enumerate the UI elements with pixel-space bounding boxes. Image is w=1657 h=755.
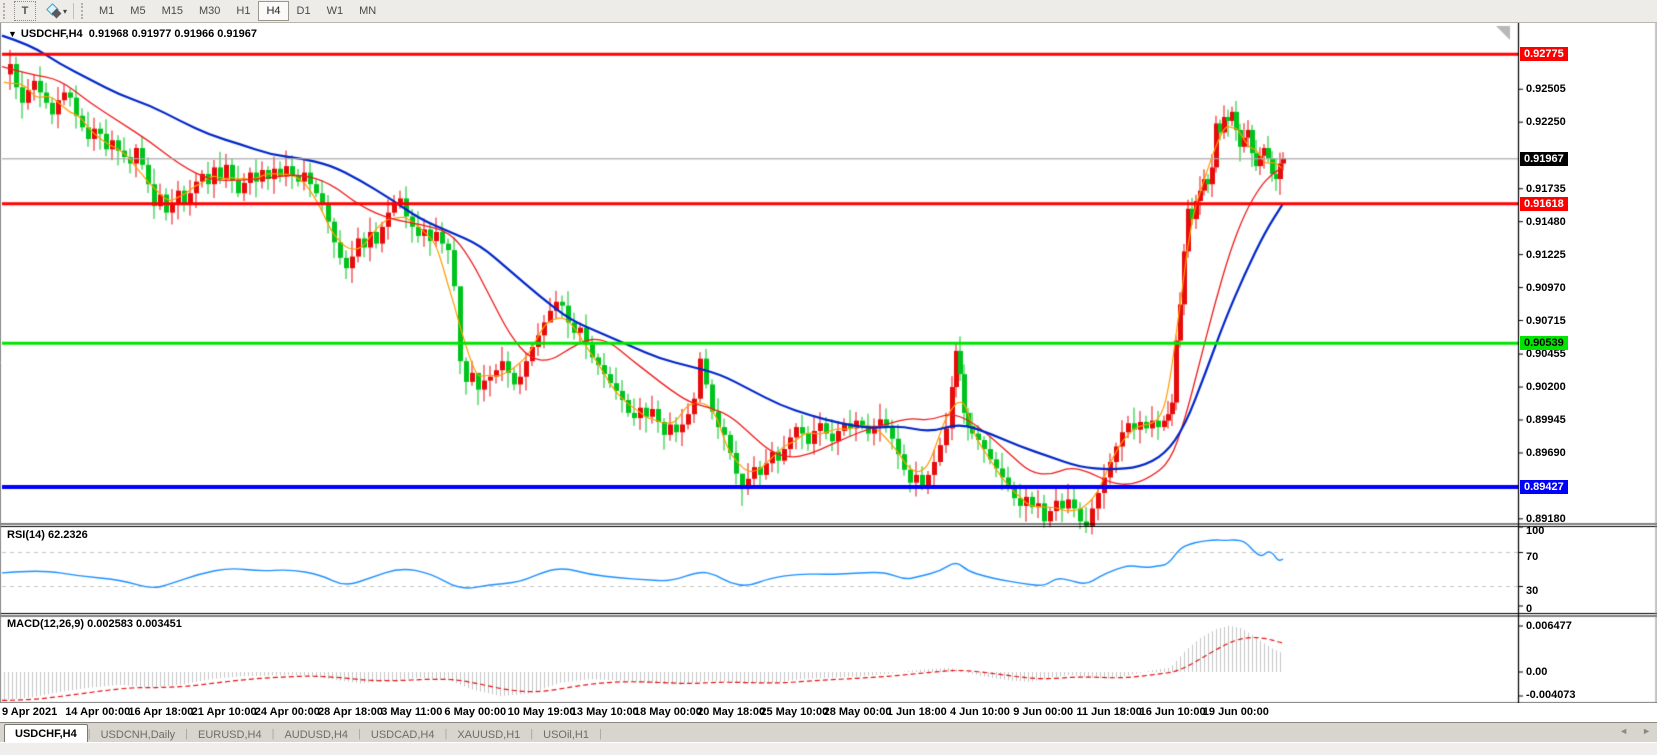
timeframe-button-mn[interactable]: MN bbox=[351, 1, 384, 21]
time-axis-tick: 18 May 00:00 bbox=[634, 706, 702, 718]
chart-symbol-label: USDCHF,H4 bbox=[21, 28, 83, 40]
time-axis-tick: 19 Jun 00:00 bbox=[1203, 706, 1269, 718]
price-axis-tick: 0.89180 bbox=[1526, 513, 1566, 525]
symbol-tab-usdchf[interactable]: USDCHF,H4 bbox=[4, 724, 88, 743]
price-axis-tick: 0.91480 bbox=[1526, 216, 1566, 228]
chart-style-icon bbox=[47, 4, 61, 18]
text-tool-button[interactable]: T bbox=[14, 1, 36, 21]
price-axis-tick: 0.89945 bbox=[1526, 414, 1566, 426]
symbol-tab-xauusd[interactable]: XAUUSD,H1 bbox=[447, 726, 530, 743]
time-axis-tick: 25 May 10:00 bbox=[760, 706, 828, 718]
symbol-tab-usdcad[interactable]: USDCAD,H4 bbox=[361, 726, 445, 743]
macd-axis-tick: 0.006477 bbox=[1526, 620, 1572, 632]
timeframe-button-m30[interactable]: M30 bbox=[191, 1, 228, 21]
price-badge-current-price: 0.91967 bbox=[1520, 152, 1568, 166]
symbol-tab-bar: USDCHF,H4|USDCNH,Daily|EURUSD,H4|AUDUSD,… bbox=[0, 722, 1657, 743]
price-axis-tick: 0.92505 bbox=[1526, 83, 1566, 95]
price-axis-tick: 0.91735 bbox=[1526, 183, 1566, 195]
timeframe-toolbar-grip[interactable] bbox=[81, 3, 88, 19]
macd-indicator-label: MACD(12,26,9) 0.002583 0.003451 bbox=[7, 618, 182, 630]
rsi-axis-tick: 0 bbox=[1526, 603, 1532, 615]
timeframe-button-h4[interactable]: H4 bbox=[258, 1, 288, 21]
time-axis-tick: 16 Jun 10:00 bbox=[1140, 706, 1206, 718]
time-axis-tick: 6 May 00:00 bbox=[444, 706, 506, 718]
time-axis-tick: 16 Apr 18:00 bbox=[128, 706, 193, 718]
time-axis-tick: 20 May 18:00 bbox=[697, 706, 765, 718]
chart-window: ▼ USDCHF,H4 0.91968 0.91977 0.91966 0.919… bbox=[0, 22, 1657, 703]
time-axis-tick: 28 Apr 18:00 bbox=[318, 706, 383, 718]
price-axis-tick: 0.89690 bbox=[1526, 447, 1566, 459]
timeframe-button-m1[interactable]: M1 bbox=[91, 1, 122, 21]
top-toolbar: T ▾ M1M5M15M30H1H4D1W1MN bbox=[0, 0, 1657, 23]
timeframe-button-w1[interactable]: W1 bbox=[319, 1, 352, 21]
price-axis-tick: 0.92250 bbox=[1526, 116, 1566, 128]
time-axis-tick: 9 Apr 2021 bbox=[2, 706, 57, 718]
time-axis-tick: 24 Apr 00:00 bbox=[255, 706, 320, 718]
tab-scroll-right-icon[interactable]: ► bbox=[1642, 726, 1651, 736]
macd-axis-tick: 0.00 bbox=[1526, 666, 1547, 678]
rsi-axis-tick: 30 bbox=[1526, 585, 1538, 597]
time-axis-tick: 3 May 11:00 bbox=[381, 706, 442, 718]
time-axis-tick: 14 Apr 00:00 bbox=[65, 706, 130, 718]
chart-style-button[interactable]: ▾ bbox=[46, 1, 68, 21]
time-axis-tick: 9 Jun 00:00 bbox=[1013, 706, 1073, 718]
timeframe-button-d1[interactable]: D1 bbox=[289, 1, 319, 21]
toolbar-separator bbox=[73, 3, 74, 19]
symbol-tab-usdcnh[interactable]: USDCNH,Daily bbox=[91, 726, 186, 743]
price-badge-support-line: 0.89427 bbox=[1520, 480, 1568, 494]
price-badge-resistance-line: 0.92775 bbox=[1520, 47, 1568, 61]
time-axis-tick: 13 May 10:00 bbox=[571, 706, 639, 718]
status-bar bbox=[0, 742, 1657, 755]
time-axis-tick: 28 May 00:00 bbox=[824, 706, 892, 718]
price-axis-tick: 0.90715 bbox=[1526, 315, 1566, 327]
collapse-triangle-icon[interactable]: ▼ bbox=[8, 29, 17, 39]
tab-scroll-left-icon[interactable]: ◄ bbox=[1619, 726, 1628, 736]
timeframe-button-m15[interactable]: M15 bbox=[154, 1, 191, 21]
price-axis-tick: 0.91225 bbox=[1526, 249, 1566, 261]
time-axis-tick: 21 Apr 10:00 bbox=[192, 706, 257, 718]
timeframe-button-h1[interactable]: H1 bbox=[228, 1, 258, 21]
tab-divider: | bbox=[599, 728, 602, 740]
price-axis-tick: 0.90200 bbox=[1526, 381, 1566, 393]
rsi-axis-tick: 70 bbox=[1526, 551, 1538, 563]
time-axis-tick: 1 Jun 18:00 bbox=[887, 706, 947, 718]
time-axis-tick: 11 Jun 18:00 bbox=[1076, 706, 1141, 718]
price-badge-resistance-line: 0.91618 bbox=[1520, 197, 1568, 211]
chevron-down-icon: ▾ bbox=[63, 7, 67, 16]
time-axis-tick: 10 May 19:00 bbox=[508, 706, 576, 718]
timeframe-button-m5[interactable]: M5 bbox=[122, 1, 153, 21]
mt4-window: { "toolbar": { "text_tool_label": "T", "… bbox=[0, 0, 1657, 754]
time-axis-tick: 4 Jun 10:00 bbox=[950, 706, 1010, 718]
rsi-axis-tick: 100 bbox=[1526, 525, 1544, 537]
price-axis-tick: 0.90970 bbox=[1526, 282, 1566, 294]
price-badge-support-line: 0.90539 bbox=[1520, 336, 1568, 350]
symbol-tab-usoil[interactable]: USOil,H1 bbox=[533, 726, 599, 743]
toolbar-grip[interactable] bbox=[3, 3, 10, 19]
chart-title: ▼ USDCHF,H4 0.91968 0.91977 0.91966 0.919… bbox=[8, 28, 257, 40]
chart-quotes-label: 0.91968 0.91977 0.91966 0.91967 bbox=[89, 28, 257, 40]
macd-axis-tick: -0.004073 bbox=[1526, 689, 1576, 701]
symbol-tab-audusd[interactable]: AUDUSD,H4 bbox=[274, 726, 358, 743]
chart-canvas[interactable] bbox=[0, 22, 1657, 703]
rsi-indicator-label: RSI(14) 62.2326 bbox=[7, 529, 88, 541]
symbol-tab-eurusd[interactable]: EURUSD,H4 bbox=[188, 726, 272, 743]
